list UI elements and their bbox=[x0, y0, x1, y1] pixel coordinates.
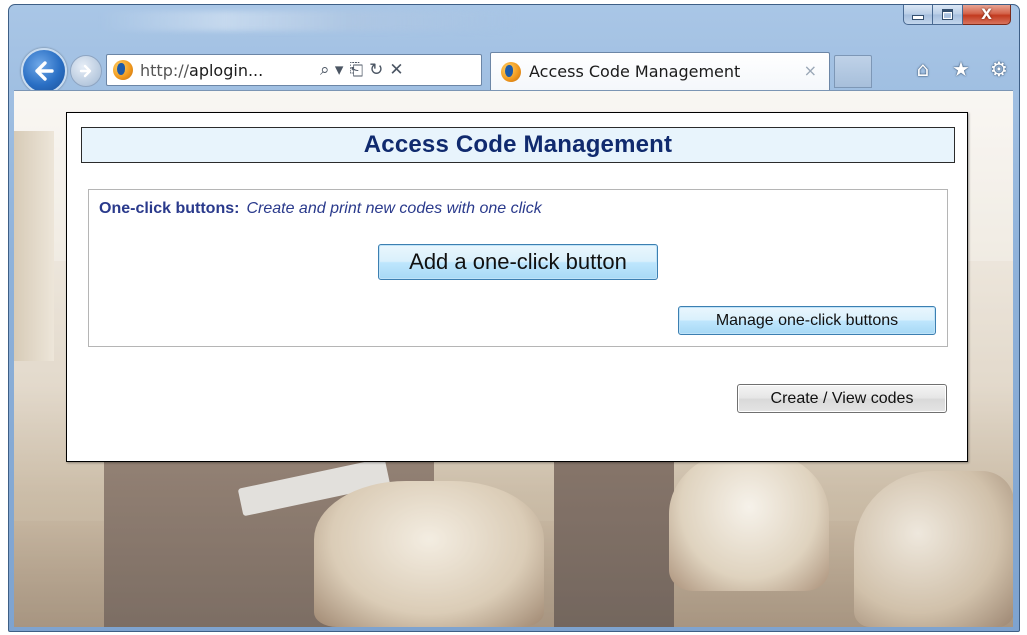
page-viewport: Access Code Management One-click buttons… bbox=[14, 90, 1013, 627]
star-icon[interactable]: ★ bbox=[949, 56, 973, 82]
forward-button[interactable] bbox=[70, 55, 102, 87]
tab-title: Access Code Management bbox=[529, 62, 741, 81]
back-button[interactable] bbox=[21, 48, 67, 94]
caption-buttons: X bbox=[903, 5, 1011, 25]
one-click-description: Create and print new codes with one clic… bbox=[246, 200, 542, 217]
browser-right-icons: ⌂ ★ ⚙ bbox=[911, 56, 1011, 82]
address-tools: ⌕ ▾ ⎗ ↻ ✕ bbox=[320, 60, 404, 80]
url-scheme: http:// bbox=[140, 60, 190, 80]
main-panel: Access Code Management One-click buttons… bbox=[66, 112, 968, 462]
page-title-bar: Access Code Management bbox=[81, 127, 955, 163]
close-window-button[interactable]: X bbox=[963, 5, 1011, 25]
maximize-button[interactable] bbox=[933, 5, 963, 25]
address-bar[interactable]: http://aplogin... ⌕ ▾ ⎗ ↻ ✕ bbox=[106, 54, 482, 86]
one-click-section: One-click buttons: Create and print new c… bbox=[88, 189, 948, 347]
page-title: Access Code Management bbox=[363, 131, 673, 158]
url-host: aplogin... bbox=[189, 60, 264, 80]
refresh-icon[interactable]: ↻ bbox=[369, 60, 383, 80]
close-icon: X bbox=[981, 6, 992, 23]
window-title-area bbox=[99, 11, 519, 31]
minimize-icon bbox=[912, 15, 924, 20]
tab-close-icon[interactable]: × bbox=[804, 61, 817, 80]
gear-icon[interactable]: ⚙ bbox=[987, 56, 1011, 82]
search-dropdown-icon[interactable]: ⌕ ▾ bbox=[320, 60, 343, 80]
home-icon[interactable]: ⌂ bbox=[911, 56, 935, 82]
new-tab-button[interactable] bbox=[834, 55, 872, 88]
create-view-codes-button[interactable]: Create / View codes bbox=[737, 384, 947, 413]
one-click-label: One-click buttons: bbox=[99, 200, 240, 217]
back-arrow-icon bbox=[35, 61, 54, 81]
add-one-click-button[interactable]: Add a one-click button bbox=[378, 244, 658, 280]
one-click-header: One-click buttons: Create and print new c… bbox=[99, 200, 542, 218]
address-url[interactable]: http://aplogin... bbox=[140, 61, 310, 80]
tab-access-code-management[interactable]: Access Code Management × bbox=[490, 52, 830, 90]
stop-icon[interactable]: ✕ bbox=[389, 60, 403, 80]
site-favicon-icon bbox=[113, 60, 133, 80]
minimize-button[interactable] bbox=[903, 5, 933, 25]
forward-arrow-icon bbox=[79, 64, 92, 78]
maximize-icon bbox=[942, 9, 953, 20]
compatibility-view-icon[interactable]: ⎗ bbox=[349, 60, 363, 80]
tab-favicon-icon bbox=[501, 61, 521, 82]
manage-one-click-buttons-button[interactable]: Manage one-click buttons bbox=[678, 306, 936, 335]
